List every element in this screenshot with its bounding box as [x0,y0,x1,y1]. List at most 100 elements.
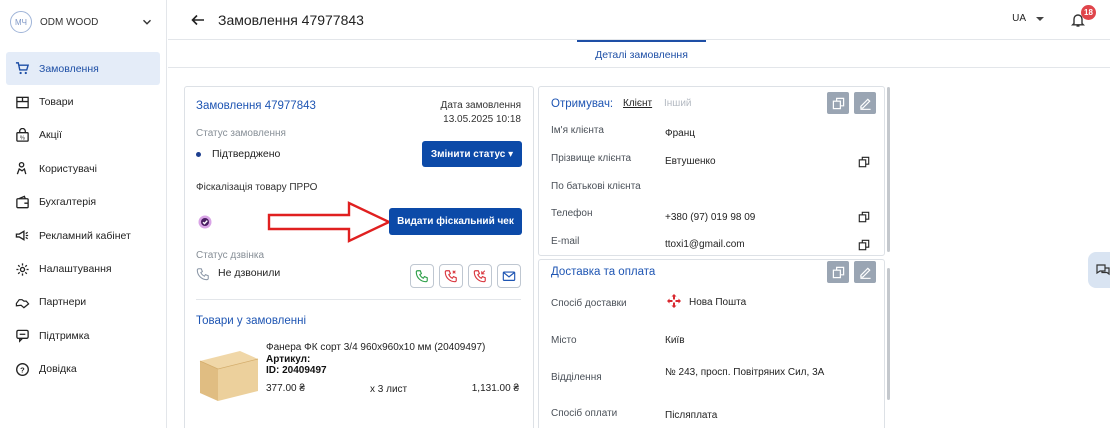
phone-call-icon [415,270,428,283]
envelope-icon [502,271,516,281]
support-chat-button[interactable] [1088,252,1110,288]
sidebar-item-label: Акції [39,129,62,142]
field-label: E-mail [551,236,580,247]
sidebar-item-label: Підтримка [39,329,90,342]
sidebar-item-support[interactable]: Підтримка [6,319,160,352]
product-article-label: Артикул: [266,354,311,365]
copy-icon[interactable] [858,239,870,251]
edit-delivery-button[interactable] [854,261,876,283]
language-selector[interactable]: UA [1012,13,1044,24]
field-label: Відділення [551,372,602,383]
cart-icon [14,61,30,77]
sidebar-item-partners[interactable]: Партнери [6,286,160,319]
sidebar-item-users[interactable]: Користувачі [6,152,160,185]
wallet-icon [14,194,30,210]
order-title[interactable]: Замовлення 47977843 [196,100,316,112]
fiscal-label: Фіскалізація товару ПРРО [196,182,318,193]
field-value: ttoxi1@gmail.com [665,239,745,250]
product-name[interactable]: Фанера ФК сорт 3/4 960х960х10 мм (204094… [266,342,485,353]
pencil-icon [859,266,871,279]
tab-recipient-client[interactable]: Клієнт [623,98,652,109]
chat-bubbles-icon [1096,264,1110,276]
users-icon [14,161,30,177]
scrollbar[interactable] [887,87,890,252]
copy-icon[interactable] [858,211,870,223]
delivery-method-value: Нова Пошта [689,297,747,308]
copy-delivery-button[interactable] [827,261,849,283]
issue-fiscal-receipt-button[interactable]: Видати фіскальний чек [389,208,522,235]
status-text: Підтверджено [212,148,281,160]
pencil-icon [859,97,871,110]
field-label: Телефон [551,208,593,219]
edit-recipient-button[interactable] [854,92,876,114]
svg-text:?: ? [20,365,25,374]
sidebar-item-products[interactable]: Товари [6,85,160,118]
order-card: Замовлення 47977843 Дата замовлення 13.0… [184,86,534,428]
copy-icon[interactable] [858,156,870,168]
red-arrow-annotation [267,201,391,243]
svg-text:%: % [19,136,24,142]
copy-recipient-button[interactable] [827,92,849,114]
field-label: Спосіб оплати [551,408,618,419]
org-switcher[interactable]: МЧ ODM WOOD [0,0,166,44]
delivery-card: Доставка та оплата Спосіб доставки Нова … [538,259,890,428]
field-label: Ім'я клієнта [551,125,604,136]
recipient-card: Отримувач: Клієнт Інший Ім'я клієнта Фра… [538,86,890,256]
call-status-value: Не дзвонили [218,267,281,279]
sidebar-item-label: Бухгалтерія [39,196,97,209]
checkbox-logo-icon [198,215,212,229]
tab-bar: Деталі замовлення [168,40,1110,68]
scrollbar[interactable] [887,268,890,400]
gear-icon [14,261,30,277]
field-value: +380 (97) 019 98 09 [665,212,756,223]
products-icon [14,94,30,110]
status-label: Статус замовлення [196,128,286,139]
field-value: № 243, просп. Повітряних Сил, 3А [665,367,825,378]
sidebar-item-accounting[interactable]: Бухгалтерія [6,186,160,219]
email-button[interactable] [497,264,521,288]
field-label: Спосіб доставки [551,298,627,309]
back-arrow-icon[interactable] [190,12,206,28]
sidebar-item-label: Замовлення [39,62,99,75]
field-label: Місто [551,335,577,346]
change-status-button[interactable]: Змінити статус ▾ [422,141,522,167]
field-value: Франц [665,128,695,139]
sidebar-item-settings[interactable]: Налаштування [6,252,160,285]
sidebar-item-orders[interactable]: Замовлення [6,52,160,86]
org-avatar: МЧ [10,11,32,33]
org-name: ODM WOOD [40,16,99,28]
sidebar-item-ads[interactable]: Рекламний кабінет [6,219,160,252]
phone-icon [196,268,209,281]
missed-call-button[interactable] [439,264,463,288]
help-icon: ? [14,361,30,377]
sidebar-nav: Замовлення Товари % Акції Користувачі Бу… [0,52,166,386]
status-dot-icon [196,151,201,157]
sidebar-item-label: Користувачі [39,162,97,175]
caret-down-icon [1036,16,1044,21]
product-image[interactable] [196,349,260,403]
sidebar-item-label: Довідка [39,363,77,376]
tab-recipient-other[interactable]: Інший [664,98,692,109]
field-label: Прізвище клієнта [551,153,632,164]
recipient-label: Отримувач: [551,98,614,110]
notification-badge: 18 [1081,5,1096,20]
field-value: Евтушенко [665,156,716,167]
phone-callback-icon [473,270,486,283]
delivery-title: Доставка та оплата [551,266,656,278]
top-bar: Замовлення 47977843 UA 18 [168,0,1110,40]
copy-icon [832,266,844,278]
field-label: По батькові клієнта [551,181,641,192]
callback-button[interactable] [468,264,492,288]
promo-icon: % [14,127,30,143]
order-date-value: 13.05.2025 10:18 [443,114,521,125]
tab-order-details[interactable]: Деталі замовлення [577,40,706,68]
field-value: Київ [665,335,685,346]
sidebar: МЧ ODM WOOD Замовлення Товари % Акції Ко… [0,0,167,428]
sidebar-item-label: Рекламний кабінет [39,229,131,242]
handshake-icon [14,294,30,310]
megaphone-icon [14,228,30,244]
call-button[interactable] [410,264,434,288]
sidebar-item-label: Партнери [39,296,87,309]
sidebar-item-help[interactable]: ? Довідка [6,353,160,386]
sidebar-item-promotions[interactable]: % Акції [6,119,160,152]
